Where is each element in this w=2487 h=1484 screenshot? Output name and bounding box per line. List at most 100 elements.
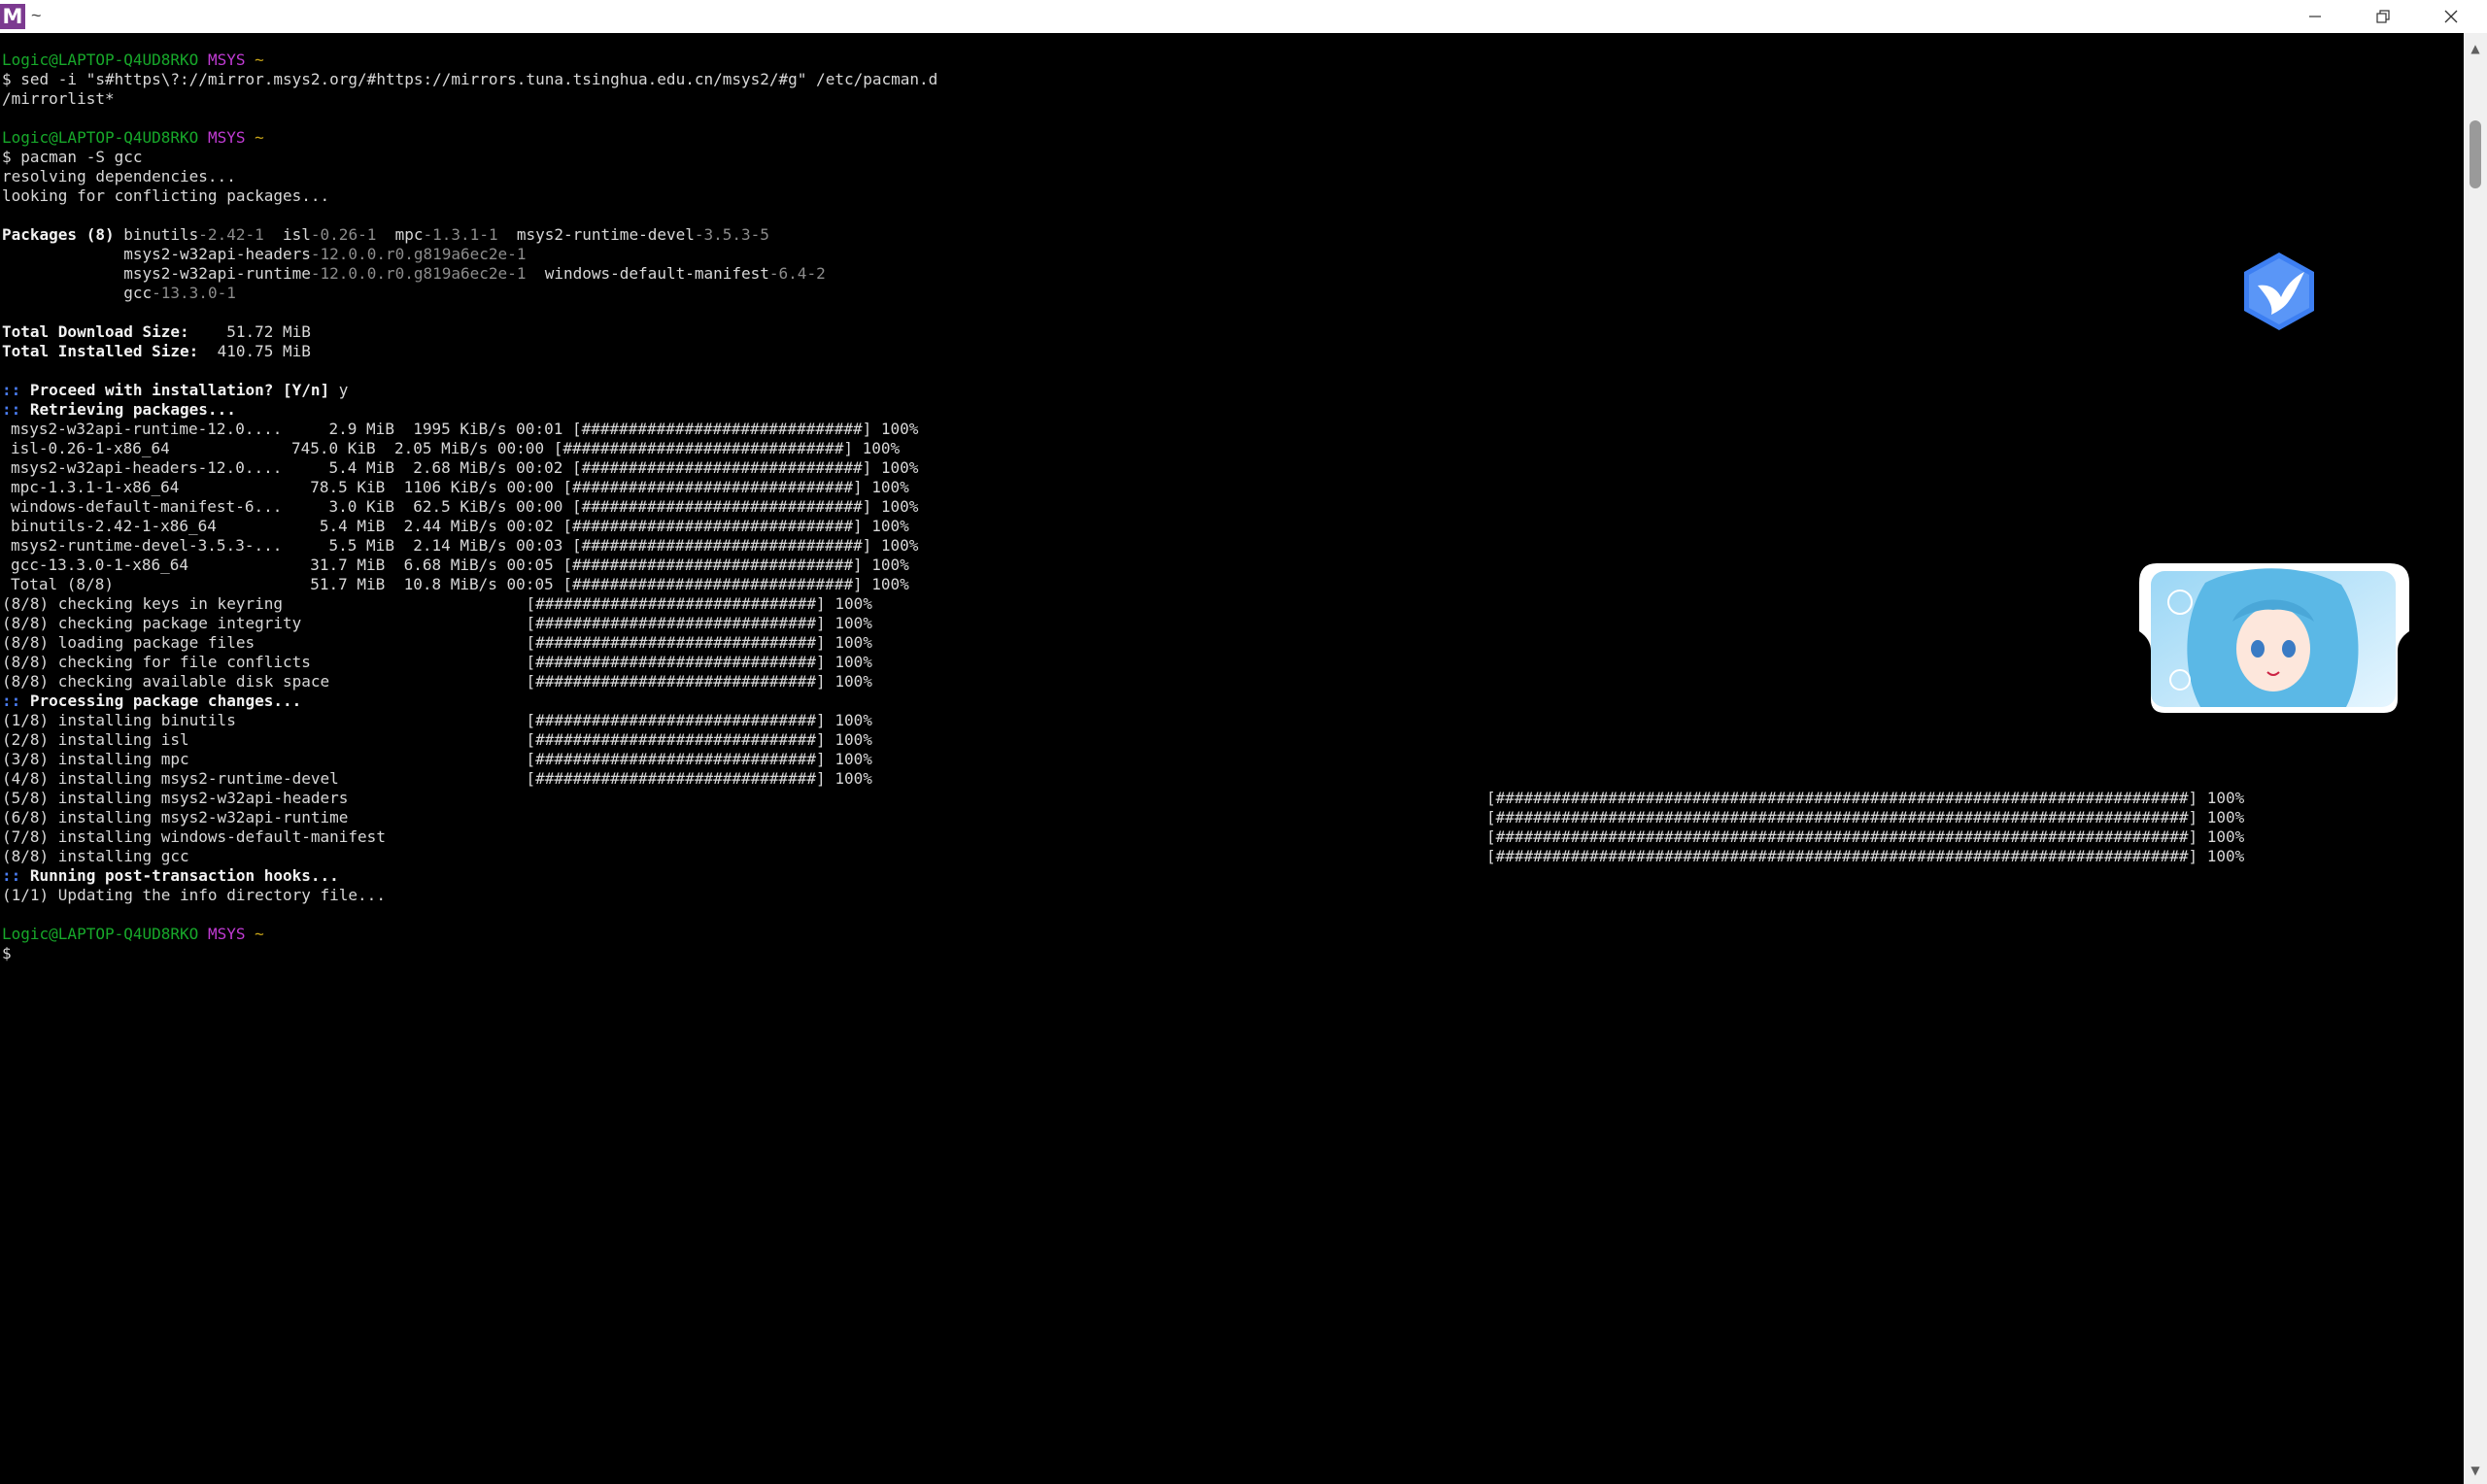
- proceed-line: :: Proceed with installation? [Y/n] y: [2, 381, 348, 400]
- package-version: -6.4-2: [768, 264, 826, 283]
- check-row: (8/8) checking available disk space [###…: [2, 672, 872, 691]
- hooks-header: Running post-transaction hooks...: [29, 866, 339, 885]
- input-prompt[interactable]: $: [2, 944, 12, 963]
- package-name: msys2-runtime-devel: [516, 225, 695, 244]
- retrieving-header: Retrieving packages...: [29, 400, 236, 419]
- scrollbar-thumb[interactable]: [2470, 120, 2481, 188]
- section-header: :: Retrieving packages...: [2, 400, 236, 420]
- download-row: gcc-13.3.0-1-x86_64 31.7 MiB 6.68 MiB/s …: [11, 556, 909, 574]
- download-size-label: Total Download Size:: [2, 322, 189, 341]
- install-row: (1/8) installing binutils [#############…: [2, 711, 872, 729]
- download-row: msys2-w32api-headers-12.0.... 5.4 MiB 2.…: [11, 458, 919, 477]
- package-version: -2.42-1: [198, 225, 264, 244]
- minimize-icon: [2309, 16, 2321, 17]
- install-row: (6/8) installing msys2-w32api-runtime: [2, 808, 349, 826]
- check-row: (8/8) loading package files [###########…: [2, 633, 872, 652]
- msys2-app-icon[interactable]: M: [0, 4, 25, 29]
- minimize-button[interactable]: [2281, 0, 2349, 33]
- command-line: $ sed -i "s#https\?://mirror.msys2.org/#…: [2, 70, 938, 88]
- installed-size-line: Total Installed Size: 410.75 MiB: [2, 342, 311, 361]
- proceed-question: Proceed with installation? [Y/n]: [29, 381, 330, 399]
- download-row: msys2-runtime-devel-3.5.3-... 5.5 MiB 2.…: [11, 536, 919, 555]
- packages-line: Packages (8) binutils-2.42-1 isl-0.26-1 …: [2, 225, 769, 245]
- restore-button[interactable]: [2349, 0, 2417, 33]
- prompt-user: Logic@LAPTOP-Q4UD8RKO: [2, 925, 199, 943]
- prompt-env: MSYS: [207, 51, 246, 69]
- package-version: -12.0.0.r0.g819a6ec2e-1: [310, 245, 527, 263]
- package-name: gcc: [123, 284, 153, 302]
- install-row: (4/8) installing msys2-runtime-devel [##…: [2, 769, 872, 788]
- arrow-marker: ::: [2, 381, 21, 399]
- window-titlebar: M ~: [0, 0, 2487, 34]
- package-version: -13.3.0-1: [152, 284, 236, 302]
- download-row: windows-default-manifest-6... 3.0 KiB 62…: [11, 497, 919, 516]
- install-row: (8/8) installing gcc: [2, 847, 189, 865]
- scroll-down-arrow-icon[interactable]: ▼: [2464, 1461, 2487, 1480]
- package-version: -0.26-1: [310, 225, 377, 244]
- prompt-path: ~: [255, 51, 264, 69]
- proceed-answer: y: [338, 381, 349, 399]
- scroll-up-arrow-icon[interactable]: ▲: [2464, 39, 2487, 58]
- command-line: /mirrorlist*: [2, 89, 115, 108]
- check-row: (8/8) checking for file conflicts [#####…: [2, 653, 872, 671]
- section-header: :: Running post-transaction hooks...: [2, 866, 339, 886]
- prompt-env: MSYS: [207, 128, 246, 147]
- arrow-marker: ::: [2, 691, 21, 710]
- arrow-marker: ::: [2, 400, 21, 419]
- install-progress: [#######################################…: [1486, 789, 2245, 807]
- arrow-marker: ::: [2, 866, 21, 885]
- output-line: resolving dependencies...: [2, 167, 236, 186]
- prompt-line: Logic@LAPTOP-Q4UD8RKO MSYS ~: [2, 51, 264, 70]
- window-title: ~: [31, 6, 42, 25]
- package-version: -12.0.0.r0.g819a6ec2e-1: [310, 264, 527, 283]
- packages-line: msys2-w32api-runtime-12.0.0.r0.g819a6ec2…: [2, 264, 826, 284]
- check-row: (8/8) checking package integrity [######…: [2, 614, 872, 632]
- download-row: isl-0.26-1-x86_64 745.0 KiB 2.05 MiB/s 0…: [11, 439, 901, 457]
- section-header: :: Processing package changes...: [2, 691, 301, 711]
- prompt-line: Logic@LAPTOP-Q4UD8RKO MSYS ~: [2, 925, 264, 944]
- prompt-user: Logic@LAPTOP-Q4UD8RKO: [2, 51, 199, 69]
- output-line: looking for conflicting packages...: [2, 186, 330, 205]
- installed-size-value: 410.75 MiB: [217, 342, 311, 360]
- package-name: mpc: [394, 225, 424, 244]
- download-size-line: Total Download Size: 51.72 MiB: [2, 322, 311, 342]
- package-name: windows-default-manifest: [544, 264, 769, 283]
- install-progress: [#######################################…: [1486, 808, 2245, 826]
- prompt-path: ~: [255, 128, 264, 147]
- install-progress: [#######################################…: [1486, 827, 2245, 846]
- packages-line: gcc-13.3.0-1: [2, 284, 236, 303]
- prompt-user: Logic@LAPTOP-Q4UD8RKO: [2, 128, 199, 147]
- package-name: msys2-w32api-headers: [123, 245, 311, 263]
- download-row: mpc-1.3.1-1-x86_64 78.5 KiB 1106 KiB/s 0…: [11, 478, 909, 496]
- prompt-env: MSYS: [207, 925, 246, 943]
- download-size-value: 51.72 MiB: [226, 322, 311, 341]
- package-name: binutils: [123, 225, 199, 244]
- prompt-path: ~: [255, 925, 264, 943]
- install-progress: [#######################################…: [1486, 847, 2245, 865]
- download-total-row: Total (8/8) 51.7 MiB 10.8 MiB/s 00:05 [#…: [11, 575, 909, 593]
- terminal-output[interactable]: Logic@LAPTOP-Q4UD8RKO MSYS ~ $ sed -i "s…: [0, 33, 2464, 1484]
- bird-icon[interactable]: [2240, 251, 2318, 332]
- check-row: (8/8) checking keys in keyring [########…: [2, 594, 872, 613]
- anime-character-widget[interactable]: [2137, 563, 2409, 713]
- install-row: (7/8) installing windows-default-manifes…: [2, 827, 386, 846]
- package-version: -3.5.3-5: [694, 225, 769, 244]
- install-row: (2/8) installing isl [##################…: [2, 730, 872, 749]
- package-name: msys2-w32api-runtime: [123, 264, 311, 283]
- download-row: msys2-w32api-runtime-12.0.... 2.9 MiB 19…: [11, 420, 919, 438]
- processing-header: Processing package changes...: [29, 691, 302, 710]
- hook-row: (1/1) Updating the info directory file..…: [2, 886, 386, 904]
- packages-line: msys2-w32api-headers-12.0.0.r0.g819a6ec2…: [2, 245, 526, 264]
- prompt-line: Logic@LAPTOP-Q4UD8RKO MSYS ~: [2, 128, 264, 148]
- installed-size-label: Total Installed Size:: [2, 342, 199, 360]
- close-icon: [2444, 10, 2458, 23]
- close-button[interactable]: [2417, 0, 2485, 33]
- packages-label: Packages (8): [2, 225, 115, 244]
- download-row: binutils-2.42-1-x86_64 5.4 MiB 2.44 MiB/…: [11, 517, 909, 535]
- command-line: $ pacman -S gcc: [2, 148, 143, 166]
- package-version: -1.3.1-1: [423, 225, 498, 244]
- vertical-scrollbar[interactable]: [2464, 33, 2487, 1484]
- install-row: (3/8) installing mpc [##################…: [2, 750, 872, 768]
- restore-icon: [2376, 10, 2390, 23]
- install-row: (5/8) installing msys2-w32api-headers: [2, 789, 349, 807]
